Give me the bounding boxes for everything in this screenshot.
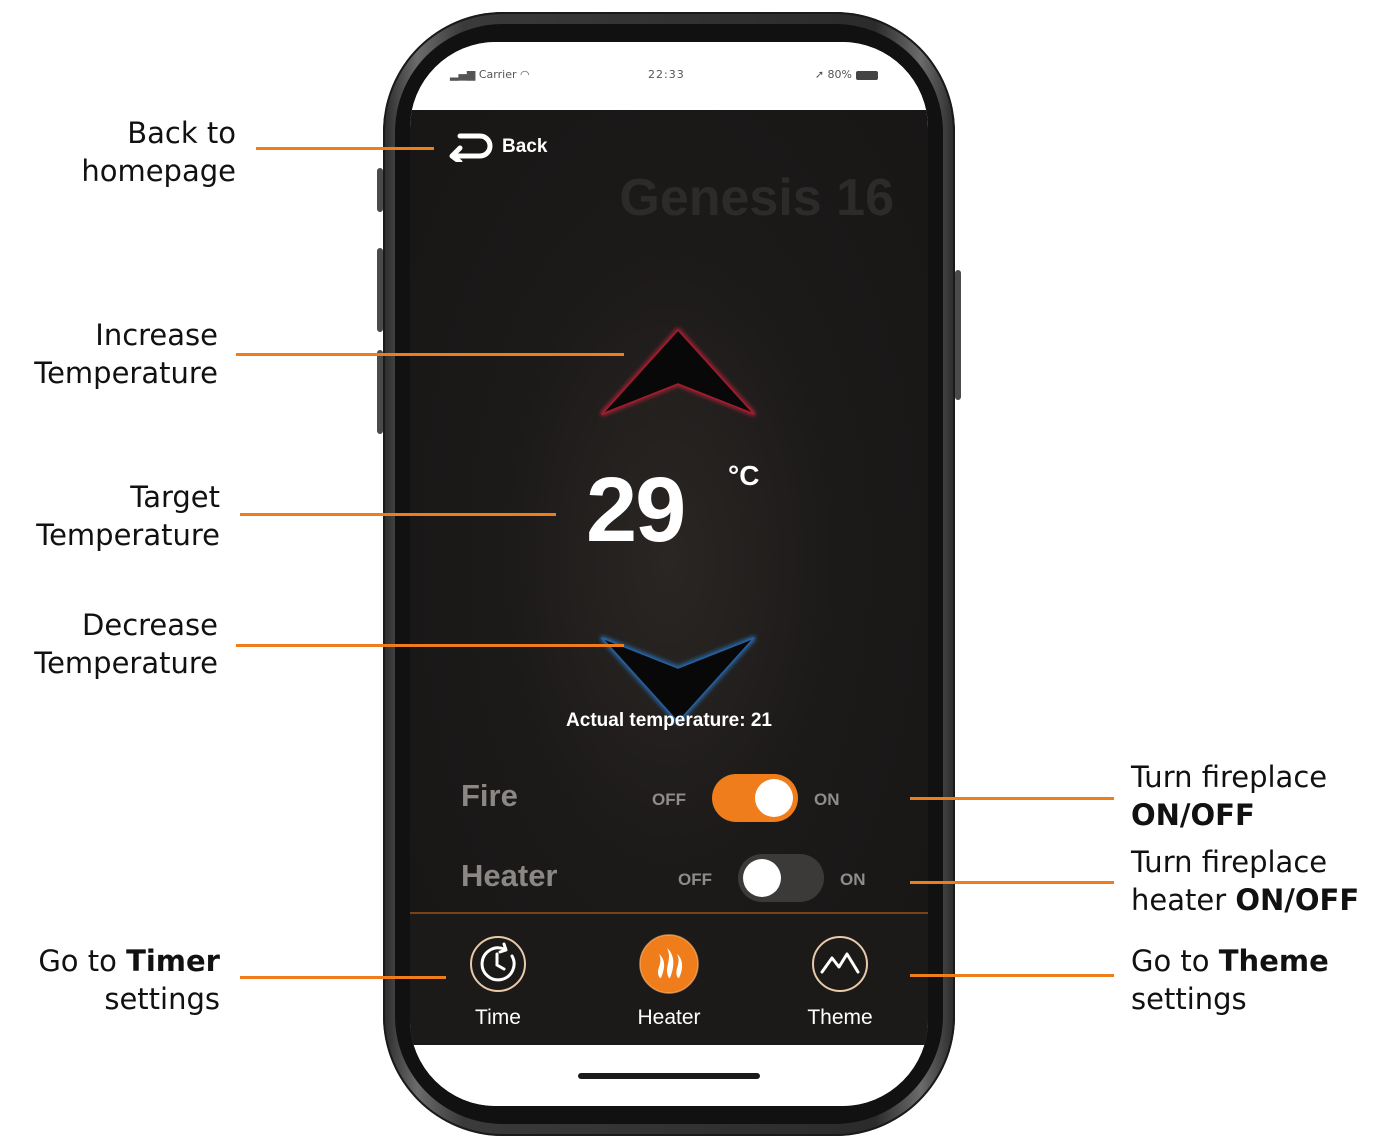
leader-theme bbox=[910, 974, 1114, 977]
status-battery: ➚ 80% bbox=[815, 68, 878, 81]
leader-increase bbox=[236, 353, 624, 356]
annotation-increase-line1: Increase bbox=[95, 318, 218, 352]
app-title: Genesis 16 bbox=[619, 169, 894, 227]
annotation-target-line2: Temperature bbox=[36, 518, 220, 552]
carrier-label: Carrier bbox=[478, 68, 517, 81]
home-indicator[interactable] bbox=[578, 1073, 760, 1079]
annotation-theme-line2: settings bbox=[1131, 982, 1247, 1016]
annotation-fire-bold: ON/OFF bbox=[1131, 798, 1255, 832]
target-temperature: 29 bbox=[586, 459, 686, 561]
leader-heater bbox=[910, 881, 1114, 884]
fire-off-label: OFF bbox=[652, 790, 686, 809]
fire-toggle[interactable] bbox=[712, 774, 798, 822]
battery-icon bbox=[856, 70, 878, 80]
fire-label: Fire bbox=[461, 778, 518, 813]
tab-theme-label: Theme bbox=[807, 1006, 873, 1029]
side-button-power bbox=[955, 270, 961, 400]
phone-screen: ▂▄▆ Carrier ◠ 22:33 ➚ 80% Back Genesis 1… bbox=[410, 42, 928, 1106]
mountain-icon bbox=[812, 936, 868, 992]
annotation-back-line2: homepage bbox=[81, 154, 236, 188]
flame-icon bbox=[639, 934, 699, 994]
annotation-heater-bold: ON/OFF bbox=[1235, 883, 1360, 917]
location-icon: ➚ bbox=[814, 68, 828, 81]
heater-on-label: ON bbox=[840, 870, 866, 889]
tab-heater-label: Heater bbox=[637, 1006, 701, 1029]
tab-time-label: Time bbox=[475, 1006, 521, 1029]
leader-fire bbox=[910, 797, 1114, 800]
clock-icon bbox=[470, 936, 526, 992]
toggle-knob bbox=[743, 859, 781, 897]
heater-label: Heater bbox=[461, 858, 558, 893]
leader-back bbox=[256, 147, 434, 150]
stage: ▂▄▆ Carrier ◠ 22:33 ➚ 80% Back Genesis 1… bbox=[0, 0, 1392, 1144]
temperature-unit: °C bbox=[728, 460, 760, 491]
status-bar: ▂▄▆ Carrier ◠ 22:33 ➚ 80% bbox=[410, 42, 928, 110]
side-button-silent bbox=[377, 168, 383, 212]
status-carrier: ▂▄▆ Carrier ◠ bbox=[450, 68, 530, 81]
annotation-target: Target Temperature bbox=[0, 478, 220, 554]
annotation-timer-bold: Timer bbox=[126, 944, 220, 978]
signal-icon: ▂▄▆ bbox=[450, 68, 479, 81]
annotation-target-line1: Target bbox=[130, 480, 220, 514]
home-area bbox=[410, 1045, 928, 1106]
side-button-volume-down bbox=[377, 350, 383, 434]
annotation-fire-line1: Turn fireplace bbox=[1131, 760, 1328, 794]
wifi-icon: ◠ bbox=[516, 68, 530, 81]
annotation-heater-line1: Turn fireplace bbox=[1131, 845, 1328, 879]
tab-bar: Time Heater Theme bbox=[410, 914, 928, 1045]
heater-off-label: OFF bbox=[678, 870, 712, 889]
annotation-timer: Go to Timer settings bbox=[0, 942, 220, 1018]
back-button[interactable]: Back bbox=[446, 132, 547, 162]
annotation-back-line1: Back to bbox=[127, 116, 236, 150]
leader-target bbox=[240, 513, 556, 516]
annotation-heater: Turn fireplace heater ON/OFF bbox=[1131, 843, 1389, 919]
annotation-increase: Increase Temperature bbox=[0, 316, 218, 392]
annotation-heater-pre2: heater bbox=[1131, 883, 1236, 917]
status-time: 22:33 bbox=[648, 68, 685, 81]
annotation-timer-pre: Go to bbox=[38, 944, 127, 978]
annotation-decrease-line1: Decrease bbox=[82, 608, 218, 642]
annotation-theme-bold: Theme bbox=[1218, 944, 1329, 978]
actual-temperature: Actual temperature: 21 bbox=[566, 710, 772, 731]
heater-toggle[interactable] bbox=[738, 854, 824, 902]
app-area: Back Genesis 16 29 °C Actual temperature… bbox=[410, 110, 928, 1045]
annotation-timer-line2: settings bbox=[104, 982, 220, 1016]
leader-timer bbox=[240, 976, 446, 979]
annotation-theme-pre: Go to bbox=[1131, 944, 1219, 978]
annotation-decrease: Decrease Temperature bbox=[0, 606, 218, 682]
annotation-back: Back to homepage bbox=[0, 114, 236, 190]
annotation-increase-line2: Temperature bbox=[34, 356, 218, 390]
fire-on-label: ON bbox=[814, 790, 840, 809]
back-arrow-icon bbox=[449, 133, 493, 162]
annotation-fire: Turn fireplace ON/OFF bbox=[1131, 758, 1371, 834]
battery-percent: 80% bbox=[827, 68, 852, 81]
leader-decrease bbox=[236, 644, 624, 647]
annotation-theme: Go to Theme settings bbox=[1131, 942, 1371, 1018]
back-label: Back bbox=[502, 136, 548, 157]
annotation-decrease-line2: Temperature bbox=[34, 646, 218, 680]
toggle-knob bbox=[755, 779, 793, 817]
side-button-volume-up bbox=[377, 248, 383, 332]
increase-temperature-button[interactable] bbox=[598, 322, 758, 422]
